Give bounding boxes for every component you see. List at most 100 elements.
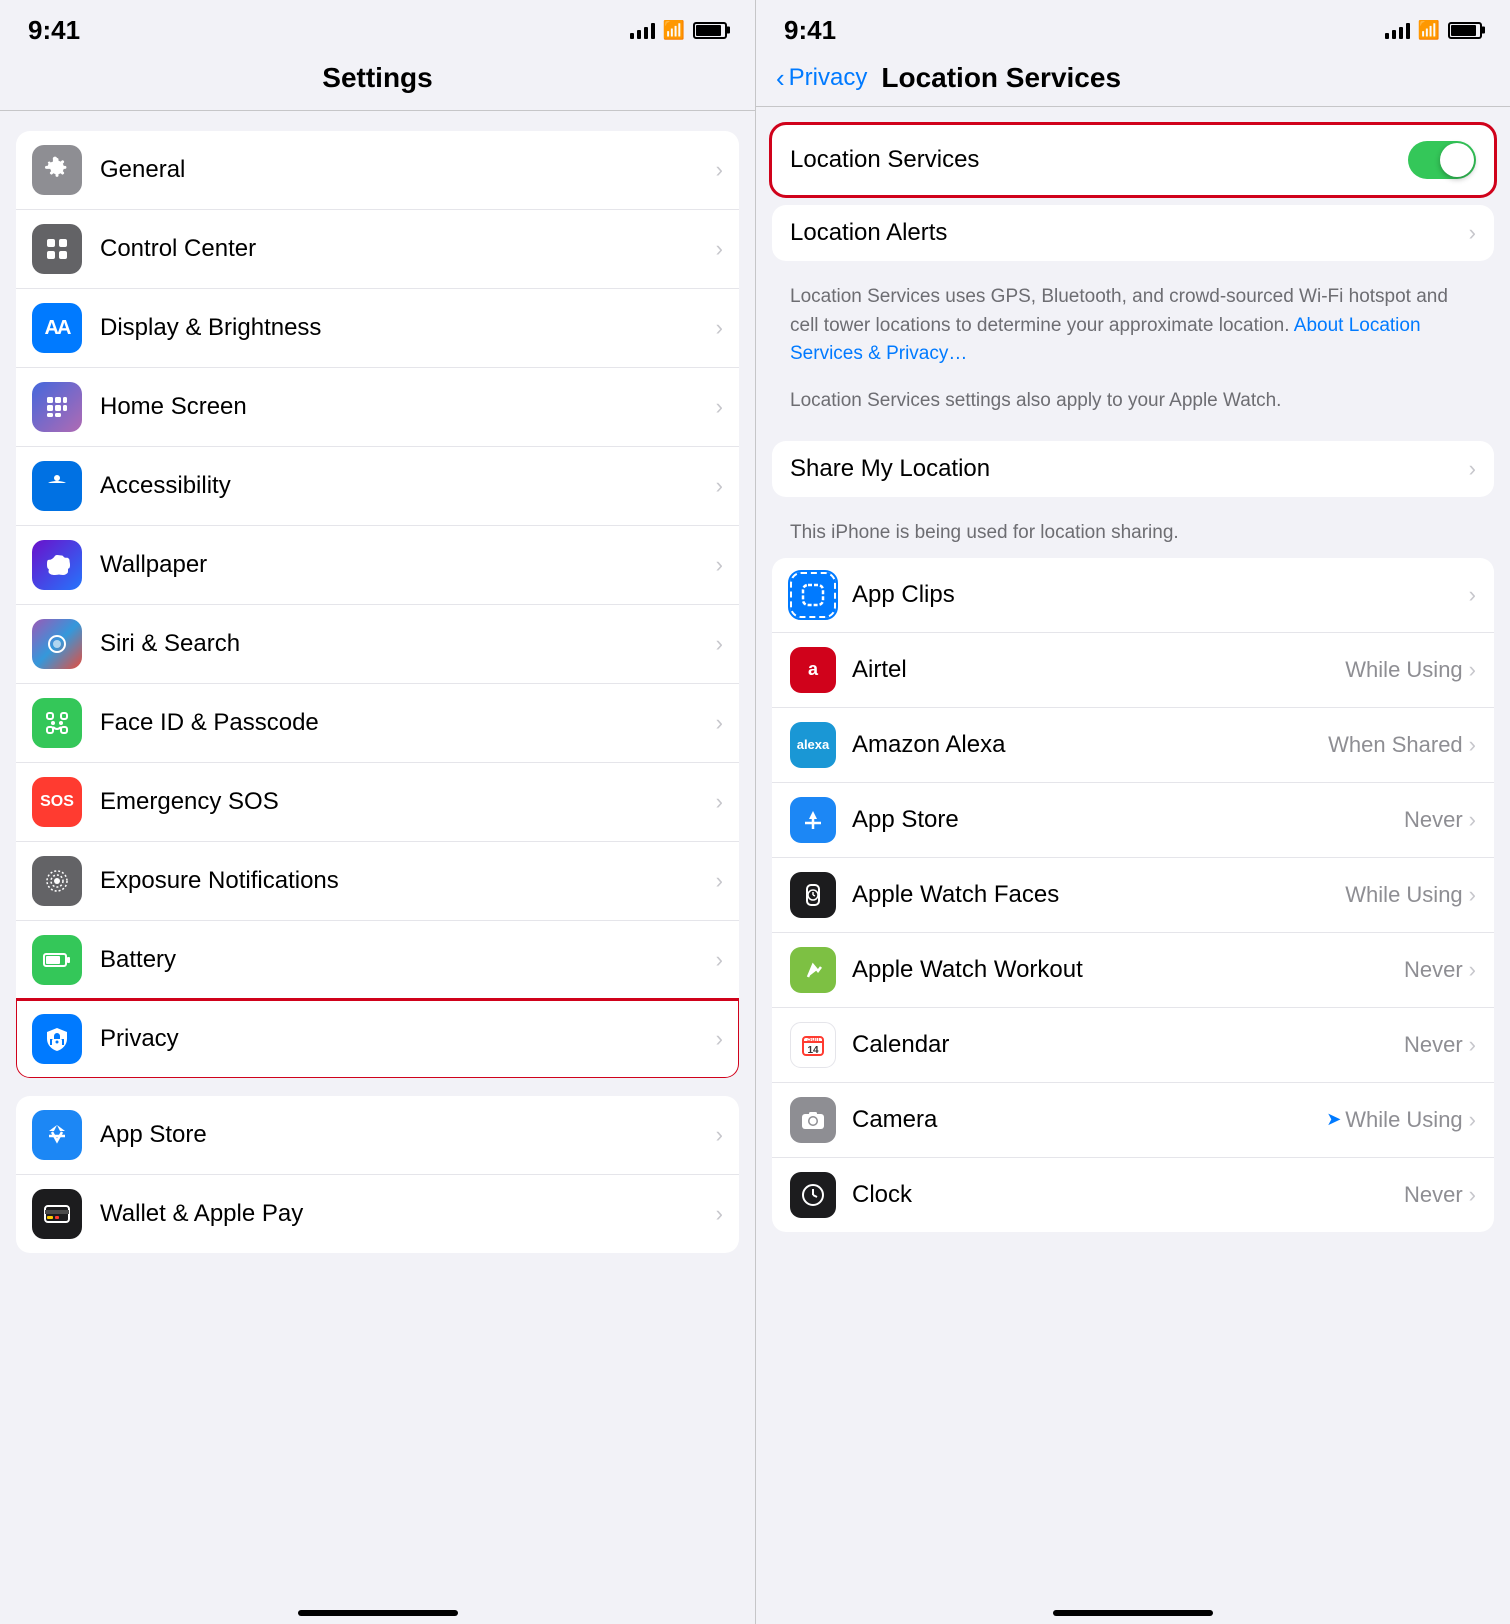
general-chevron: › (716, 157, 723, 183)
siri-chevron: › (716, 631, 723, 657)
settings-row-general[interactable]: General › (16, 131, 739, 210)
location-alerts-group: Location Alerts › (772, 205, 1494, 261)
right-panel: 9:41 📶 ‹ Privacy Location Services Locat… (755, 0, 1510, 1624)
left-time: 9:41 (28, 15, 80, 46)
airtel-status: While Using (1345, 657, 1462, 683)
left-status-bar: 9:41 📶 (0, 0, 755, 54)
app-store-label: App Store (852, 806, 1404, 834)
settings-row-battery[interactable]: Battery › (16, 921, 739, 1000)
settings-row-sos[interactable]: SOS Emergency SOS › (16, 763, 739, 842)
privacy-icon (32, 1014, 82, 1064)
display-chevron: › (716, 315, 723, 341)
settings-row-display[interactable]: AA Display & Brightness › (16, 289, 739, 368)
settings-row-privacy[interactable]: Privacy › (16, 1000, 739, 1078)
siri-label: Siri & Search (100, 630, 716, 658)
faceid-icon (32, 698, 82, 748)
calendar-row[interactable]: 14 Sun Calendar Never › (772, 1008, 1494, 1083)
airtel-icon: a (790, 647, 836, 693)
settings-row-exposure[interactable]: Exposure Notifications › (16, 842, 739, 921)
settings-row-control-center[interactable]: Control Center › (16, 210, 739, 289)
home-screen-icon (32, 382, 82, 432)
app-store-row[interactable]: App Store Never › (772, 783, 1494, 858)
airtel-row[interactable]: a Airtel While Using › (772, 633, 1494, 708)
clock-row[interactable]: Clock Never › (772, 1158, 1494, 1232)
location-arrow-icon: ➤ (1326, 1109, 1341, 1130)
wallet-icon (32, 1189, 82, 1239)
location-services-toggle-row[interactable]: Location Services (772, 125, 1494, 195)
settings-group-2: App Store › Wallet & Apple Pay › (16, 1096, 739, 1253)
app-list-group: App Clips › a Airtel While Using › alexa… (772, 558, 1494, 1232)
camera-icon (790, 1097, 836, 1143)
control-center-label: Control Center (100, 235, 716, 263)
exposure-icon (32, 856, 82, 906)
share-my-location-label: Share My Location (790, 455, 1469, 483)
alexa-icon: alexa (790, 722, 836, 768)
clock-status: Never (1404, 1182, 1463, 1208)
accessibility-label: Accessibility (100, 472, 716, 500)
location-alerts-chevron: › (1469, 220, 1476, 246)
settings-row-wallpaper[interactable]: Wallpaper › (16, 526, 739, 605)
right-home-indicator (1053, 1610, 1213, 1616)
control-center-chevron: › (716, 236, 723, 262)
general-icon (32, 145, 82, 195)
toggle-knob (1440, 143, 1474, 177)
sos-chevron: › (716, 789, 723, 815)
apple-watch-faces-status: While Using (1345, 882, 1462, 908)
share-location-sub: This iPhone is being used for location s… (772, 507, 1494, 558)
apple-watch-faces-chevron: › (1469, 882, 1476, 908)
back-button[interactable]: ‹ Privacy (776, 63, 867, 94)
app-clips-icon (790, 572, 836, 618)
right-nav: ‹ Privacy Location Services (756, 54, 1510, 107)
siri-icon (32, 619, 82, 669)
camera-row[interactable]: Camera ➤ While Using › (772, 1083, 1494, 1158)
location-services-label: Location Services (790, 146, 979, 174)
battery-chevron: › (716, 947, 723, 973)
settings-row-faceid[interactable]: Face ID & Passcode › (16, 684, 739, 763)
appstore-icon (32, 1110, 82, 1160)
back-label: Privacy (789, 64, 868, 92)
left-panel: 9:41 📶 Settings (0, 0, 755, 1624)
control-center-icon (32, 224, 82, 274)
apple-watch-faces-icon (790, 872, 836, 918)
signal-icon (630, 21, 655, 39)
left-status-icons: 📶 (630, 20, 727, 41)
apple-watch-workout-label: Apple Watch Workout (852, 956, 1404, 984)
appstore-label: App Store (100, 1121, 716, 1149)
settings-group-1: General › Control Center › (16, 131, 739, 1078)
general-label: General (100, 156, 716, 184)
apple-watch-workout-row[interactable]: Apple Watch Workout Never › (772, 933, 1494, 1008)
settings-row-siri[interactable]: Siri & Search › (16, 605, 739, 684)
settings-row-appstore[interactable]: App Store › (16, 1096, 739, 1175)
alexa-chevron: › (1469, 732, 1476, 758)
settings-row-home-screen[interactable]: Home Screen › (16, 368, 739, 447)
calendar-chevron: › (1469, 1032, 1476, 1058)
share-my-location-row[interactable]: Share My Location › (772, 441, 1494, 497)
accessibility-chevron: › (716, 473, 723, 499)
settings-row-wallet[interactable]: Wallet & Apple Pay › (16, 1175, 739, 1253)
right-time: 9:41 (784, 15, 836, 46)
wallpaper-label: Wallpaper (100, 551, 716, 579)
exposure-chevron: › (716, 868, 723, 894)
camera-chevron: › (1469, 1107, 1476, 1133)
clock-label: Clock (852, 1181, 1404, 1209)
alexa-status: When Shared (1328, 732, 1463, 758)
right-page-title: Location Services (881, 62, 1121, 94)
alexa-label: Amazon Alexa (852, 731, 1328, 759)
app-clips-chevron: › (1469, 582, 1476, 608)
location-alerts-row[interactable]: Location Alerts › (772, 205, 1494, 261)
wallpaper-chevron: › (716, 552, 723, 578)
apple-watch-faces-row[interactable]: Apple Watch Faces While Using › (772, 858, 1494, 933)
location-services-toggle[interactable] (1408, 141, 1476, 179)
faceid-chevron: › (716, 710, 723, 736)
home-screen-chevron: › (716, 394, 723, 420)
apple-watch-workout-status: Never (1404, 957, 1463, 983)
location-alerts-label: Location Alerts (790, 219, 1469, 247)
share-my-location-chevron: › (1469, 456, 1476, 482)
settings-list: General › Control Center › (0, 111, 755, 1600)
settings-row-accessibility[interactable]: Accessibility › (16, 447, 739, 526)
app-clips-row[interactable]: App Clips › (772, 558, 1494, 633)
exposure-label: Exposure Notifications (100, 867, 716, 895)
battery-settings-icon (32, 935, 82, 985)
amazon-alexa-row[interactable]: alexa Amazon Alexa When Shared › (772, 708, 1494, 783)
back-chevron-icon: ‹ (776, 63, 785, 94)
